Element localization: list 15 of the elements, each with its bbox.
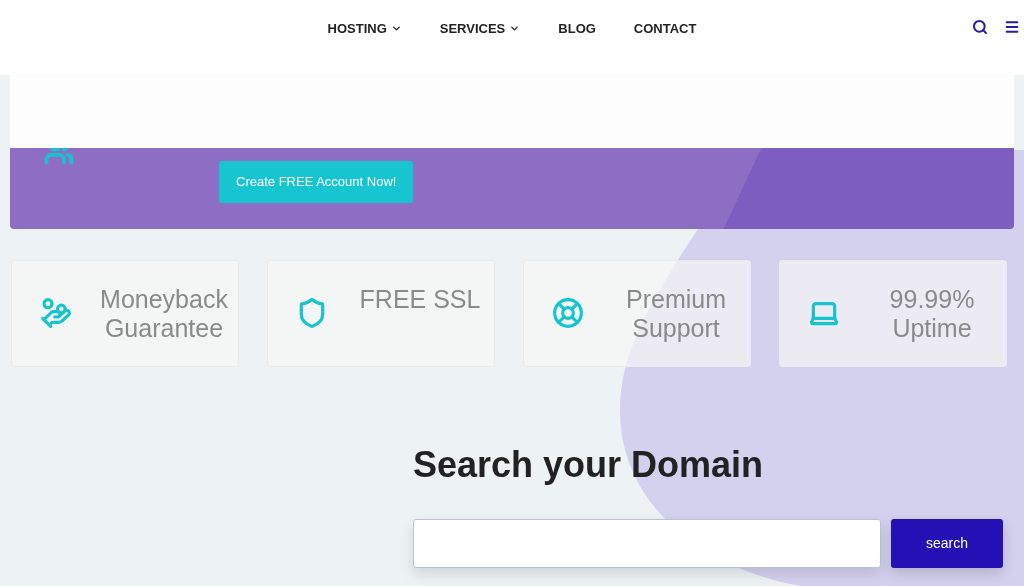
- feature-title: Premium Support: [625, 285, 727, 343]
- nav-link[interactable]: SERVICES: [439, 19, 521, 39]
- feature-title: FREE SSL: [358, 285, 482, 314]
- hand-coin-icon: [40, 297, 72, 329]
- search-icon[interactable]: [972, 19, 988, 35]
- feature-title: 99.99% Uptime: [888, 285, 976, 343]
- lifebuoy-icon: [552, 297, 584, 329]
- nav-link[interactable]: HOSTING: [327, 19, 402, 39]
- domain-input-field[interactable]: [413, 519, 881, 568]
- section-heading: Search your Domain: [413, 443, 765, 487]
- nav-link[interactable]: CONTACT: [633, 19, 697, 39]
- search-button[interactable]: search: [891, 519, 1003, 568]
- feature-title: Moneyback Guarantee: [99, 285, 229, 343]
- nav-link[interactable]: BLOG: [558, 19, 596, 39]
- menu-icon[interactable]: [1004, 19, 1020, 35]
